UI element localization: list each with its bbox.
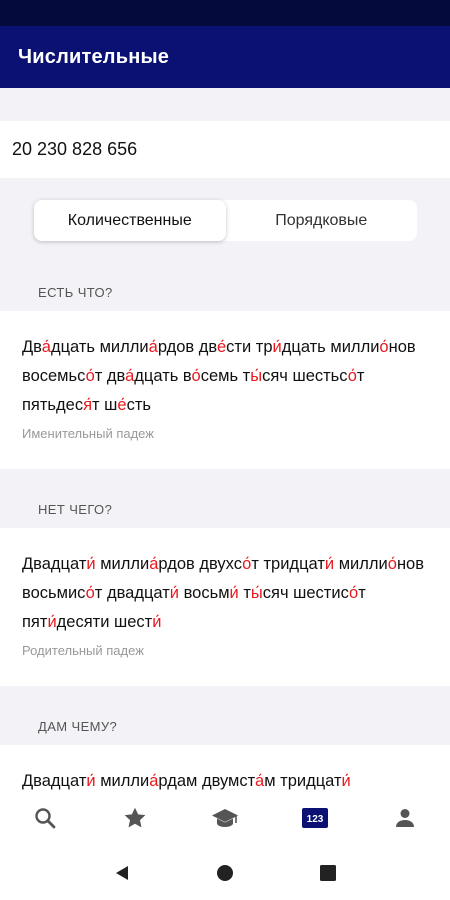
- stressed-letter: е́: [117, 396, 127, 414]
- stressed-letter: е́: [216, 338, 227, 356]
- recents-button[interactable]: [308, 853, 348, 893]
- case-text: Два́дцать миллиа́рдов две́сти три́дцать …: [22, 338, 416, 414]
- nav-profile[interactable]: [380, 798, 430, 838]
- search-icon: [35, 807, 56, 828]
- number-input[interactable]: 20 230 828 656: [0, 121, 450, 178]
- nav-search[interactable]: [20, 798, 70, 838]
- case-text: Двадцати́ миллиа́рдов двухсо́т тридцати́…: [22, 555, 424, 631]
- stressed-letter: ы́: [250, 367, 263, 385]
- stressed-letter: о́: [85, 584, 95, 602]
- stressed-letter: о́: [347, 367, 357, 385]
- nav-learn[interactable]: [200, 798, 250, 838]
- stressed-letter: и́: [324, 555, 335, 573]
- tab-ordinal[interactable]: Порядковые: [226, 200, 418, 241]
- case-card-dative: Двадцати́ миллиа́рдам двумста́м тридцати…: [0, 745, 450, 790]
- stressed-letter: а́: [255, 772, 265, 790]
- case-caption: Родительный падеж: [22, 643, 144, 658]
- system-navigation-bar: [0, 845, 450, 900]
- stressed-letter: о́: [349, 584, 359, 602]
- case-card-genitive: Двадцати́ миллиа́рдов двухсо́т тридцати́…: [0, 528, 450, 686]
- stressed-letter: о́: [379, 338, 389, 356]
- star-icon: [124, 807, 146, 827]
- main-content[interactable]: 20 230 828 656 Количественные Порядковые…: [0, 88, 450, 790]
- graduation-cap-icon: [212, 808, 238, 827]
- back-triangle-icon: [115, 865, 128, 880]
- case-text: Двадцати́ миллиа́рдам двумста́м тридцати…: [22, 772, 351, 790]
- status-bar: [0, 0, 450, 26]
- recents-square-icon: [320, 864, 337, 881]
- numbers-icon-label: 123: [307, 814, 324, 825]
- stressed-letter: и́: [272, 338, 282, 356]
- stressed-letter: а́: [149, 555, 159, 573]
- nav-numerals[interactable]: 123: [290, 798, 340, 838]
- home-circle-icon: [216, 864, 233, 881]
- stressed-letter: и́: [341, 772, 351, 790]
- app-title: Числительные: [18, 45, 170, 68]
- stressed-letter: и́: [169, 584, 179, 602]
- section-header-dative: ДАМ ЧЕМУ?: [38, 719, 118, 734]
- home-button[interactable]: [205, 853, 245, 893]
- stressed-letter: я́: [83, 396, 93, 414]
- segmented-control: Количественные Порядковые: [34, 200, 417, 241]
- tab-cardinal[interactable]: Количественные: [34, 200, 226, 241]
- stressed-letter: о́: [191, 367, 201, 385]
- stressed-letter: и́: [229, 584, 239, 602]
- stressed-letter: и́: [152, 613, 162, 631]
- stressed-letter: ы́: [250, 584, 263, 602]
- case-caption: Именительный падеж: [22, 426, 154, 441]
- person-icon: [396, 808, 414, 827]
- bottom-navigation: 123: [0, 790, 450, 845]
- stressed-letter: о́: [387, 555, 397, 573]
- back-button[interactable]: [102, 853, 142, 893]
- stressed-letter: и́: [47, 613, 57, 631]
- section-header-genitive: НЕТ ЧЕГО?: [38, 502, 113, 517]
- stressed-letter: а́: [149, 772, 159, 790]
- stressed-letter: и́: [86, 555, 96, 573]
- case-card-nominative: Два́дцать миллиа́рдов две́сти три́дцать …: [0, 311, 450, 469]
- app-bar: Числительные: [0, 26, 450, 88]
- section-header-nominative: ЕСТЬ ЧТО?: [38, 285, 113, 300]
- stressed-letter: а́: [148, 338, 158, 356]
- numbers-icon: 123: [302, 807, 328, 828]
- nav-favorites[interactable]: [110, 798, 160, 838]
- stressed-letter: о́: [242, 555, 252, 573]
- stressed-letter: и́: [86, 772, 96, 790]
- stressed-letter: а́: [125, 367, 135, 385]
- stressed-letter: а́: [41, 338, 51, 356]
- stressed-letter: о́: [85, 367, 95, 385]
